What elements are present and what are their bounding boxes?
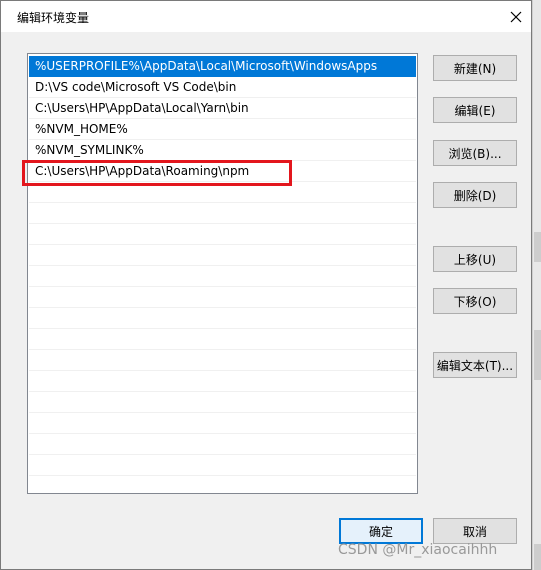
close-icon	[510, 11, 522, 22]
background-right-strip	[532, 0, 541, 570]
variable-list[interactable]: %USERPROFILE%\AppData\Local\Microsoft\Wi…	[27, 53, 418, 494]
variable-list-empty-row[interactable]	[29, 266, 416, 287]
delete-button[interactable]: 删除(D)	[433, 182, 517, 208]
variable-list-empty-row[interactable]	[29, 329, 416, 350]
close-button[interactable]	[501, 3, 531, 30]
edit-env-variable-dialog: 编辑环境变量 %USERPROFILE%\AppData\Local\Micro…	[0, 0, 532, 570]
annotation-highlight-box	[22, 160, 292, 186]
move-down-button[interactable]: 下移(O)	[433, 288, 517, 314]
variable-list-empty-row[interactable]	[29, 203, 416, 224]
variable-list-empty-row[interactable]	[29, 413, 416, 434]
title-bar[interactable]: 编辑环境变量	[1, 1, 531, 32]
variable-list-item[interactable]: D:\VS code\Microsoft VS Code\bin	[29, 77, 416, 98]
ok-button[interactable]: 确定	[339, 518, 423, 544]
variable-list-empty-row[interactable]	[29, 287, 416, 308]
variable-list-empty-row[interactable]	[29, 392, 416, 413]
variable-list-item[interactable]: %NVM_HOME%	[29, 119, 416, 140]
cancel-button[interactable]: 取消	[433, 518, 517, 544]
variable-list-empty-row[interactable]	[29, 350, 416, 371]
variable-list-empty-row[interactable]	[29, 308, 416, 329]
variable-list-empty-row[interactable]	[29, 224, 416, 245]
new-button[interactable]: 新建(N)	[433, 55, 517, 81]
variable-list-item[interactable]: C:\Users\HP\AppData\Local\Yarn\bin	[29, 98, 416, 119]
edit-text-button[interactable]: 编辑文本(T)...	[433, 352, 517, 378]
variable-list-empty-row[interactable]	[29, 455, 416, 476]
variable-list-item[interactable]: %USERPROFILE%\AppData\Local\Microsoft\Wi…	[29, 56, 416, 77]
background-scroll-block	[534, 232, 541, 262]
variable-list-empty-row[interactable]	[29, 245, 416, 266]
watermark-text: CSDN @Mr_xiaocaihhh	[338, 542, 498, 558]
dialog-title: 编辑环境变量	[17, 11, 90, 25]
move-up-button[interactable]: 上移(U)	[433, 246, 517, 272]
variable-list-empty-row[interactable]	[29, 476, 416, 493]
edit-button[interactable]: 编辑(E)	[433, 97, 517, 123]
variable-list-empty-row[interactable]	[29, 434, 416, 455]
variable-list-item[interactable]: %NVM_SYMLINK%	[29, 140, 416, 161]
variable-list-empty-row[interactable]	[29, 371, 416, 392]
background-scroll-block	[534, 544, 541, 570]
browse-button[interactable]: 浏览(B)...	[433, 140, 517, 166]
background-scroll-block	[534, 330, 541, 380]
